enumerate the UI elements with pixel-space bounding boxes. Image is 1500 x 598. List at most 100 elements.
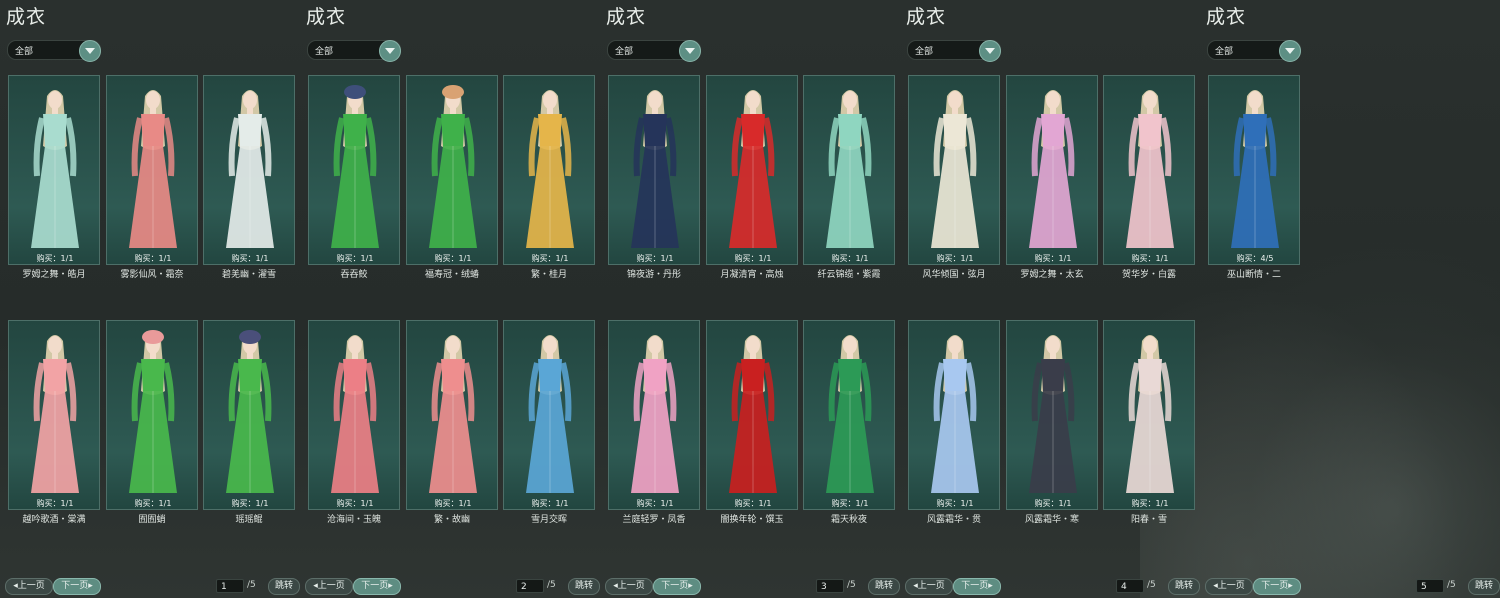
- outfit-card[interactable]: 购买：1/1: [706, 75, 798, 265]
- character-figure: [826, 90, 874, 248]
- page-total: /5: [847, 580, 856, 590]
- next-page-button[interactable]: 下一页▸: [353, 578, 401, 595]
- next-page-button[interactable]: 下一页▸: [953, 578, 1001, 595]
- character-figure: [526, 335, 574, 493]
- next-page-button[interactable]: 下一页▸: [53, 578, 101, 595]
- character-figure: [631, 90, 679, 248]
- purchase-count: 购买：1/1: [36, 499, 74, 508]
- outfit-card[interactable]: 购买：1/1: [406, 75, 498, 265]
- next-page-button[interactable]: 下一页▸: [1253, 578, 1301, 595]
- outfit-card[interactable]: 购买：1/1: [503, 75, 595, 265]
- outfit-card[interactable]: 购买：1/1: [608, 320, 700, 510]
- panel-title: 成衣: [906, 6, 947, 28]
- category-filter-dropdown[interactable]: 全部: [307, 40, 401, 62]
- outfit-card[interactable]: 购买：4/5: [1208, 75, 1300, 265]
- outfit-card[interactable]: 购买：1/1: [8, 75, 100, 265]
- character-figure: [729, 90, 777, 248]
- purchase-count: 购买：1/1: [231, 499, 269, 508]
- chevron-down-icon[interactable]: [1279, 40, 1301, 62]
- chevron-down-icon[interactable]: [979, 40, 1001, 62]
- character-figure: [31, 90, 79, 248]
- wardrobe-panel-page-5: 成衣 全部 购买：4/5 巫山断情・二 ◂上一页 下一页▸ 5/5 跳转: [1200, 0, 1500, 598]
- outfit-card[interactable]: 购买：1/1: [706, 320, 798, 510]
- jump-button[interactable]: 跳转: [868, 578, 900, 595]
- outfit-name: 风华倾国・弦月: [922, 270, 986, 280]
- page-number-input[interactable]: 4: [1116, 579, 1144, 593]
- purchase-count: 购买：1/1: [134, 499, 172, 508]
- page-number-input[interactable]: 1: [216, 579, 244, 593]
- character-figure: [429, 335, 477, 493]
- outfit-name: 雾影仙风・霜奈: [120, 270, 184, 280]
- outfit-card[interactable]: 购买：1/1: [106, 320, 198, 510]
- page-total: /5: [547, 580, 556, 590]
- outfit-card[interactable]: 购买：1/1: [203, 320, 295, 510]
- outfit-name: 瑶瑶鲲: [235, 515, 263, 525]
- outfit-card[interactable]: 购买：1/1: [308, 75, 400, 265]
- category-filter-dropdown[interactable]: 全部: [1207, 40, 1301, 62]
- purchase-count: 购买：1/1: [434, 254, 472, 263]
- prev-page-button[interactable]: ◂上一页: [305, 578, 353, 595]
- page-total: /5: [1147, 580, 1156, 590]
- page-number-input[interactable]: 3: [816, 579, 844, 593]
- jump-button[interactable]: 跳转: [1468, 578, 1500, 595]
- jump-button[interactable]: 跳转: [568, 578, 600, 595]
- jump-button[interactable]: 跳转: [268, 578, 300, 595]
- character-figure: [631, 335, 679, 493]
- outfit-card[interactable]: 购买：1/1: [608, 75, 700, 265]
- outfit-name: 闇换年轮・馔玉: [720, 515, 784, 525]
- chevron-down-icon[interactable]: [679, 40, 701, 62]
- character-figure: [931, 335, 979, 493]
- outfit-card[interactable]: 购买：1/1: [1006, 320, 1098, 510]
- prev-page-button[interactable]: ◂上一页: [905, 578, 953, 595]
- character-figure: [526, 90, 574, 248]
- page-number-input[interactable]: 5: [1416, 579, 1444, 593]
- outfit-card[interactable]: 购买：1/1: [1103, 320, 1195, 510]
- prev-page-button[interactable]: ◂上一页: [605, 578, 653, 595]
- outfit-card[interactable]: 购买：1/1: [908, 320, 1000, 510]
- outfit-name: 兰庭轻罗・凤香: [622, 515, 686, 525]
- chevron-down-icon[interactable]: [379, 40, 401, 62]
- outfit-card[interactable]: 购买：1/1: [1103, 75, 1195, 265]
- purchase-count: 购买：1/1: [636, 499, 674, 508]
- category-filter-dropdown[interactable]: 全部: [907, 40, 1001, 62]
- page-number-input[interactable]: 2: [516, 579, 544, 593]
- purchase-count: 购买：1/1: [531, 499, 569, 508]
- outfit-name: 月凝清宵・高烛: [720, 270, 784, 280]
- character-figure: [429, 85, 477, 248]
- outfit-card[interactable]: 购买：1/1: [8, 320, 100, 510]
- purchase-count: 购买：1/1: [336, 499, 374, 508]
- filter-selected-value: 全部: [315, 47, 334, 57]
- wardrobe-panel-page-2: 成衣 全部 购买：1/1 吞吞鲛 购买：1/1 福寿冠・绒蝽 购买：1/1 繁・桂月 购买：1/…: [300, 0, 600, 598]
- outfit-name: 罗姆之舞・皓月: [22, 270, 86, 280]
- character-figure: [826, 335, 874, 493]
- outfit-card[interactable]: 购买：1/1: [406, 320, 498, 510]
- outfit-card[interactable]: 购买：1/1: [503, 320, 595, 510]
- character-figure: [331, 335, 379, 493]
- purchase-count: 购买：1/1: [531, 254, 569, 263]
- category-filter-dropdown[interactable]: 全部: [607, 40, 701, 62]
- outfit-name: 阳春・雪: [1130, 515, 1167, 525]
- outfit-card[interactable]: 购买：1/1: [203, 75, 295, 265]
- next-page-button[interactable]: 下一页▸: [653, 578, 701, 595]
- purchase-count: 购买：1/1: [231, 254, 269, 263]
- jump-button[interactable]: 跳转: [1168, 578, 1200, 595]
- character-figure: [331, 85, 379, 248]
- outfit-name: 风露霜华・贯: [926, 515, 981, 525]
- category-filter-dropdown[interactable]: 全部: [7, 40, 101, 62]
- prev-page-button[interactable]: ◂上一页: [1205, 578, 1253, 595]
- outfit-card[interactable]: 购买：1/1: [1006, 75, 1098, 265]
- panel-title: 成衣: [1206, 6, 1247, 28]
- purchase-count: 购买：1/1: [36, 254, 74, 263]
- character-figure: [226, 90, 274, 248]
- purchase-count: 购买：1/1: [336, 254, 374, 263]
- outfit-card[interactable]: 购买：1/1: [803, 320, 895, 510]
- outfit-card[interactable]: 购买：1/1: [803, 75, 895, 265]
- outfit-card[interactable]: 购买：1/1: [308, 320, 400, 510]
- character-figure: [1126, 90, 1174, 248]
- filter-selected-value: 全部: [15, 47, 34, 57]
- outfit-card[interactable]: 购买：1/1: [106, 75, 198, 265]
- outfit-card[interactable]: 购买：1/1: [908, 75, 1000, 265]
- character-figure: [1029, 335, 1077, 493]
- chevron-down-icon[interactable]: [79, 40, 101, 62]
- prev-page-button[interactable]: ◂上一页: [5, 578, 53, 595]
